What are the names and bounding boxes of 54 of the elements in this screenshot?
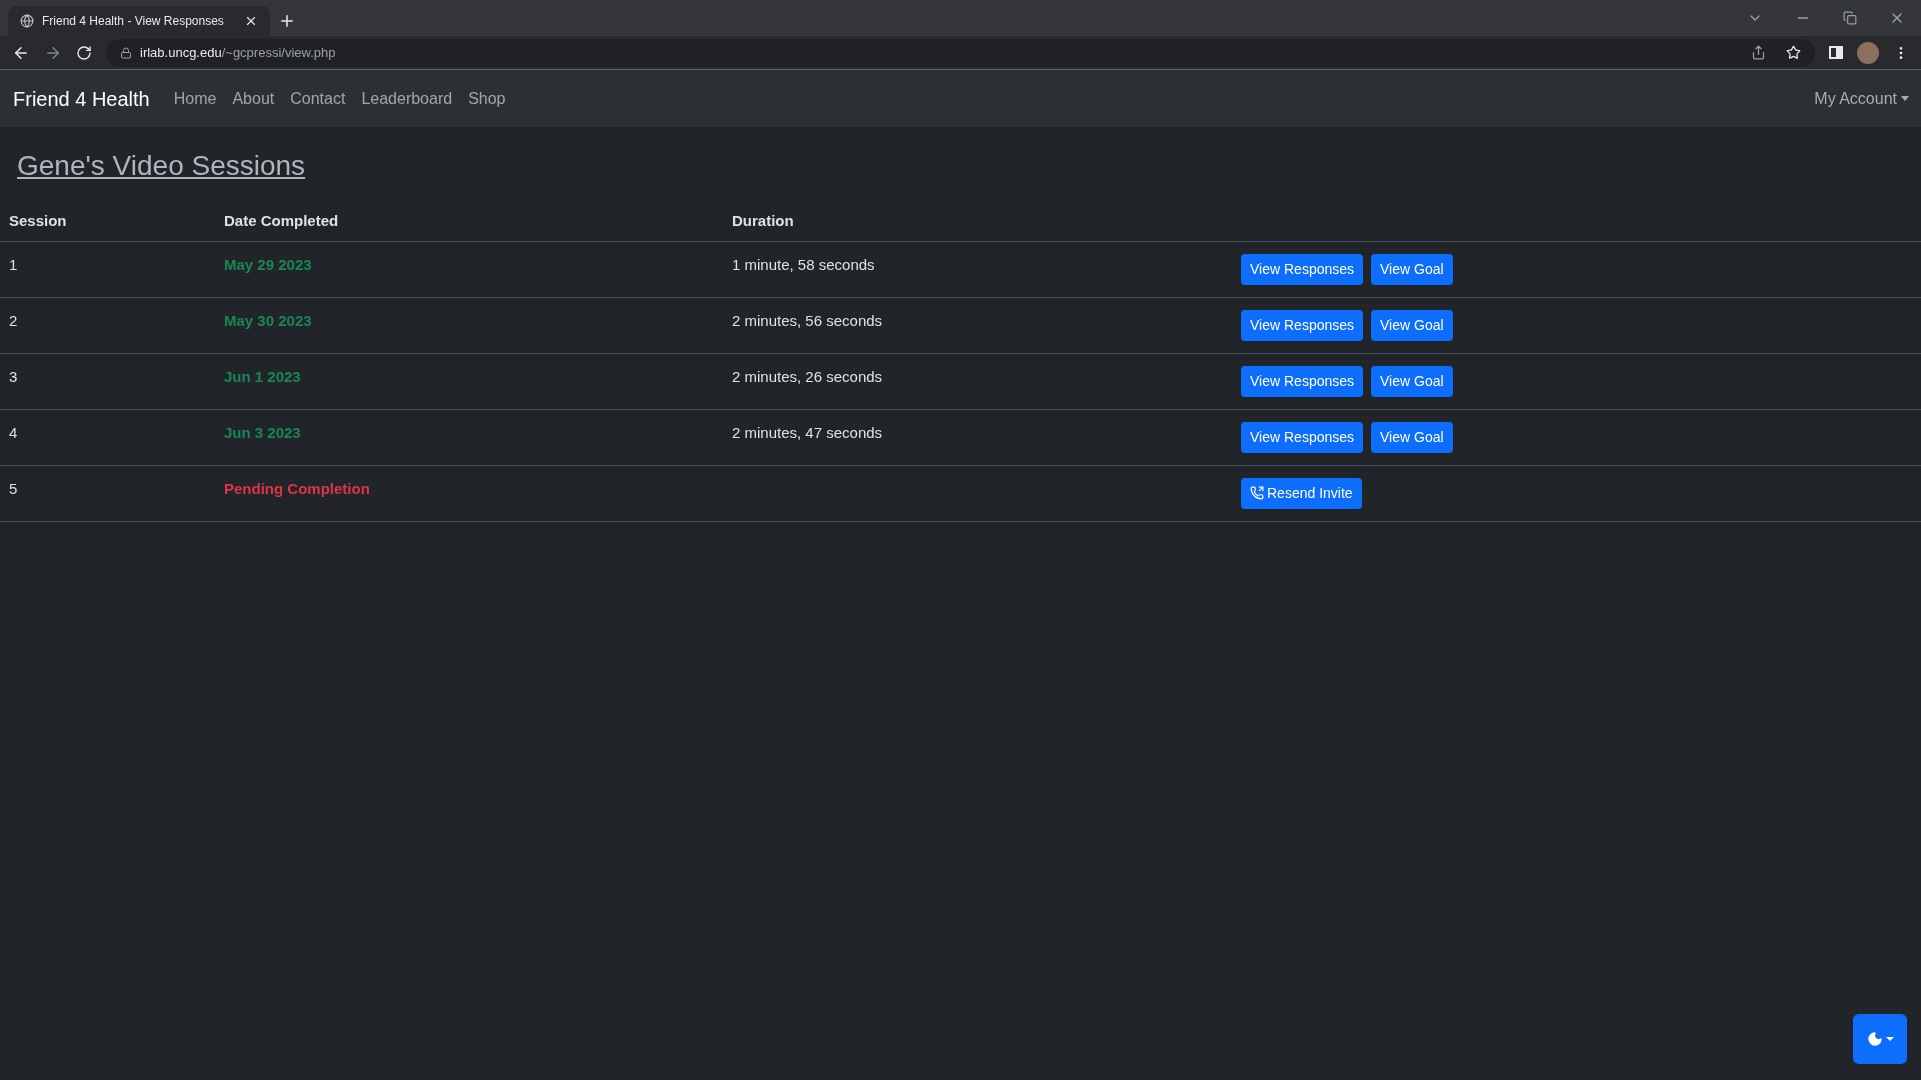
- table-cell: Jun 1 2023: [215, 353, 723, 409]
- side-panel-icon[interactable]: [1829, 46, 1843, 59]
- account-dropdown[interactable]: My Account: [1814, 86, 1909, 111]
- share-icon[interactable]: [1751, 45, 1766, 60]
- nav-link[interactable]: Contact: [290, 86, 346, 111]
- nav-link[interactable]: Home: [173, 86, 217, 111]
- table-cell: 2: [0, 297, 215, 353]
- restore-icon[interactable]: [1843, 11, 1857, 25]
- moon-icon: [1866, 1031, 1883, 1047]
- column-header: Date Completed: [215, 201, 723, 241]
- lock-icon: [120, 46, 132, 59]
- close-icon[interactable]: [244, 14, 258, 28]
- url-host: irlab.uncg.edu: [140, 43, 222, 62]
- nav-link[interactable]: Shop: [468, 86, 506, 111]
- nav-link[interactable]: About: [232, 86, 275, 111]
- reload-icon[interactable]: [76, 44, 92, 61]
- url-path: /~gcpressi/view.php: [221, 43, 336, 62]
- table-cell: 2 minutes, 26 seconds: [723, 353, 1232, 409]
- table-cell: 5: [0, 465, 215, 521]
- phone-icon: [1250, 486, 1264, 500]
- view-button[interactable]: View Goal: [1371, 421, 1453, 453]
- table-cell: 1: [0, 241, 215, 297]
- globe-icon: [20, 14, 34, 28]
- table-cell: May 29 2023: [215, 241, 723, 297]
- view-button[interactable]: View Goal: [1371, 253, 1453, 285]
- column-header: Session: [0, 201, 215, 241]
- table-cell: May 30 2023: [215, 297, 723, 353]
- view-button[interactable]: View Goal: [1371, 365, 1453, 397]
- address-bar[interactable]: irlab.uncg.edu/~gcpressi/view.php: [106, 38, 1815, 67]
- brand[interactable]: Friend 4 Health: [13, 83, 150, 114]
- view-button[interactable]: View Responses: [1241, 365, 1364, 397]
- nav-link[interactable]: Leaderboard: [361, 86, 453, 111]
- resend-invite-button[interactable]: Resend Invite: [1241, 477, 1362, 509]
- table-cell: 1 minute, 58 seconds: [723, 241, 1232, 297]
- table-cell: Pending Completion: [215, 465, 723, 521]
- view-button[interactable]: View Responses: [1241, 253, 1364, 285]
- table-cell: 2 minutes, 47 seconds: [723, 409, 1232, 465]
- table-cell: 3: [0, 353, 215, 409]
- column-header: Duration: [723, 201, 1232, 241]
- theme-toggle-button[interactable]: [1853, 1014, 1907, 1064]
- table-cell: 4: [0, 409, 215, 465]
- avatar[interactable]: [1857, 41, 1879, 64]
- table-cell: 2 minutes, 56 seconds: [723, 297, 1232, 353]
- star-icon[interactable]: [1786, 45, 1801, 60]
- page-title[interactable]: Gene's Video Sessions: [0, 127, 1921, 201]
- table-cell: Jun 3 2023: [215, 409, 723, 465]
- view-button[interactable]: View Responses: [1241, 309, 1364, 341]
- tab-title: Friend 4 Health - View Responses: [42, 13, 225, 30]
- view-button[interactable]: View Goal: [1371, 309, 1453, 341]
- caret-icon: [1901, 96, 1909, 101]
- browser-tab[interactable]: Friend 4 Health - View Responses: [8, 6, 270, 36]
- new-tab-icon[interactable]: [278, 12, 296, 30]
- view-button[interactable]: View Responses: [1241, 421, 1364, 453]
- caret-icon: [1885, 1037, 1894, 1041]
